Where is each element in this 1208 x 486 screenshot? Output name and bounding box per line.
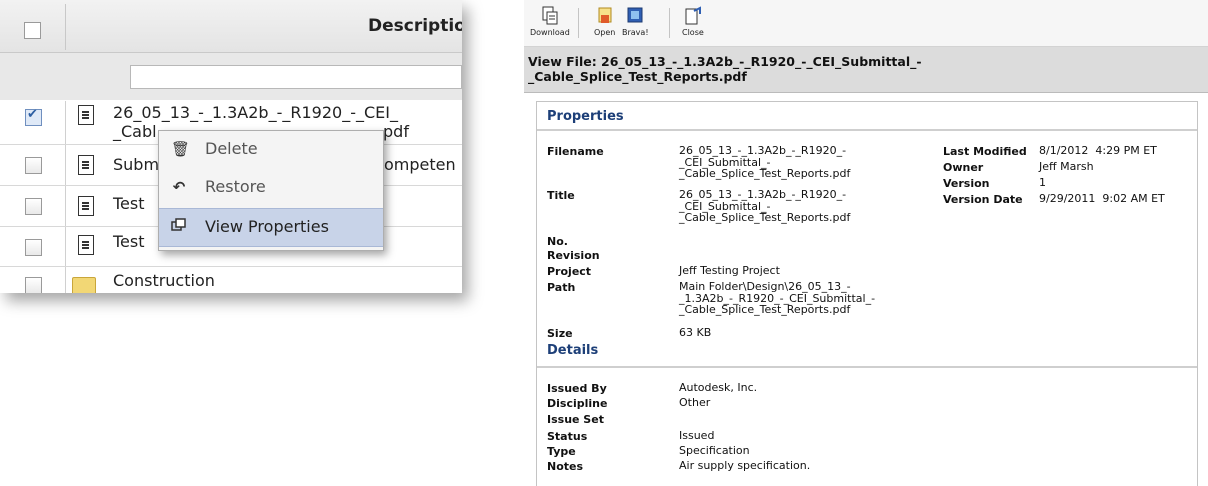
download-icon (541, 6, 559, 26)
description-filter-input[interactable] (130, 65, 462, 89)
toolbar-separator (669, 8, 670, 38)
row-checkbox[interactable] (25, 277, 42, 293)
type-value: Specification (679, 444, 750, 457)
version-label: Version (943, 177, 990, 190)
column-divider (65, 186, 66, 226)
view-file-title-bar: View File: 26_05_13_-_1.3A2b_-_R1920_-_C… (524, 47, 1208, 93)
open-file-icon (596, 6, 614, 26)
notes-label: Notes (547, 460, 584, 473)
path-value: Main Folder\Design\26_05_13_- _1.3A2b_-_… (679, 280, 876, 316)
size-label: Size (547, 327, 573, 340)
view-file-title: View File: 26_05_13_-_1.3A2b_-_R1920_-_C… (528, 54, 922, 84)
menu-item-label: Delete (205, 139, 258, 158)
context-menu-delete[interactable]: 🗑 Delete (159, 131, 383, 168)
filename-value: 26_05_13_-_1.3A2b_-_R1920_- _CEI_Submitt… (679, 144, 851, 180)
file-name[interactable]: Test (113, 232, 145, 251)
owner-value: Jeff Marsh (1039, 160, 1094, 173)
download-button[interactable]: Download (530, 6, 570, 37)
properties-viewer-panel: Download Open Brava! Close View File: 26… (524, 0, 1208, 486)
last-modified-label: Last Modified (943, 145, 1027, 158)
close-document-icon (684, 6, 702, 26)
document-icon (78, 105, 94, 125)
select-all-checkbox[interactable] (24, 22, 41, 39)
details-section-title: Details (547, 343, 599, 358)
file-name-tail: pdf (383, 122, 409, 141)
context-menu-restore[interactable]: ↶ Restore (159, 169, 383, 206)
status-label: Status (547, 430, 588, 443)
type-label: Type (547, 445, 576, 458)
status-value: Issued (679, 429, 715, 442)
project-label: Project (547, 265, 592, 278)
toolbar-separator (578, 8, 579, 38)
version-value: 1 (1039, 176, 1046, 189)
column-divider (65, 145, 66, 185)
close-button[interactable]: Close (682, 6, 704, 37)
notes-value: Air supply specification. (679, 459, 811, 472)
filename-label: Filename (547, 145, 604, 158)
properties-window-icon (171, 218, 187, 236)
document-icon (78, 235, 94, 255)
path-label: Path (547, 281, 576, 294)
undo-arrow-icon: ↶ (172, 178, 186, 196)
brava-button[interactable]: Brava! (622, 6, 649, 37)
revision-label: Revision (547, 249, 600, 262)
download-label: Download (530, 28, 570, 37)
row-checkbox[interactable] (25, 157, 42, 174)
column-divider (65, 4, 66, 50)
context-menu: 🗑 Delete ↶ Restore View Properties (158, 130, 384, 251)
document-icon (78, 155, 94, 175)
open-label: Open (594, 28, 616, 37)
file-name-continued: _Cabl (113, 122, 157, 141)
project-value: Jeff Testing Project (679, 264, 780, 277)
column-divider (65, 101, 66, 144)
properties-container: Properties Filename 26_05_13_-_1.3A2b_-_… (536, 101, 1198, 486)
file-list-header: Descriptio (0, 0, 462, 53)
file-list-panel: Descriptio 26_05_13_-_1.3A2b_-_R1920_-_C… (0, 0, 462, 293)
discipline-value: Other (679, 396, 711, 409)
column-divider (65, 267, 66, 293)
size-value: 63 KB (679, 326, 712, 339)
viewer-toolbar: Download Open Brava! Close (524, 0, 1208, 47)
version-date-value: 9/29/2011 9:02 AM ET (1039, 192, 1165, 205)
title-value: 26_05_13_-_1.3A2b_-_R1920_- _CEI_Submitt… (679, 188, 851, 224)
brava-viewer-icon (626, 6, 644, 26)
filter-row (0, 53, 462, 100)
menu-item-label: Restore (205, 177, 266, 196)
issue-set-label: Issue Set (547, 413, 604, 426)
section-divider (537, 129, 1197, 131)
title-label: Title (547, 189, 575, 202)
brava-label: Brava! (622, 28, 649, 37)
file-name-tail: ompeten (384, 155, 456, 174)
close-label: Close (682, 28, 704, 37)
open-button[interactable]: Open (594, 6, 615, 37)
document-icon (78, 196, 94, 216)
trash-icon: 🗑 (171, 140, 191, 158)
last-modified-value: 8/1/2012 4:29 PM ET (1039, 144, 1157, 157)
version-date-label: Version Date (943, 193, 1023, 206)
properties-section-title: Properties (547, 109, 624, 124)
column-divider (65, 227, 66, 266)
folder-name[interactable]: Construction (113, 271, 215, 290)
context-menu-view-properties[interactable]: View Properties (159, 208, 383, 247)
row-checkbox[interactable] (25, 107, 42, 126)
issued-by-value: Autodesk, Inc. (679, 381, 758, 394)
row-checkbox[interactable] (25, 198, 42, 215)
menu-item-label: View Properties (205, 217, 329, 236)
file-name[interactable]: Test (113, 194, 145, 213)
file-name[interactable]: 26_05_13_-_1.3A2b_-_R1920_-_CEI_ (113, 103, 398, 122)
description-column-header[interactable]: Descriptio (368, 16, 462, 36)
file-name[interactable]: Subm (113, 155, 159, 174)
folder-icon (72, 277, 96, 293)
row-checkbox[interactable] (25, 239, 42, 256)
issued-by-label: Issued By (547, 382, 607, 395)
number-label: No. (547, 235, 568, 248)
owner-label: Owner (943, 161, 984, 174)
folder-row[interactable]: Construction (0, 267, 462, 293)
discipline-label: Discipline (547, 397, 608, 410)
section-divider (537, 366, 1197, 368)
